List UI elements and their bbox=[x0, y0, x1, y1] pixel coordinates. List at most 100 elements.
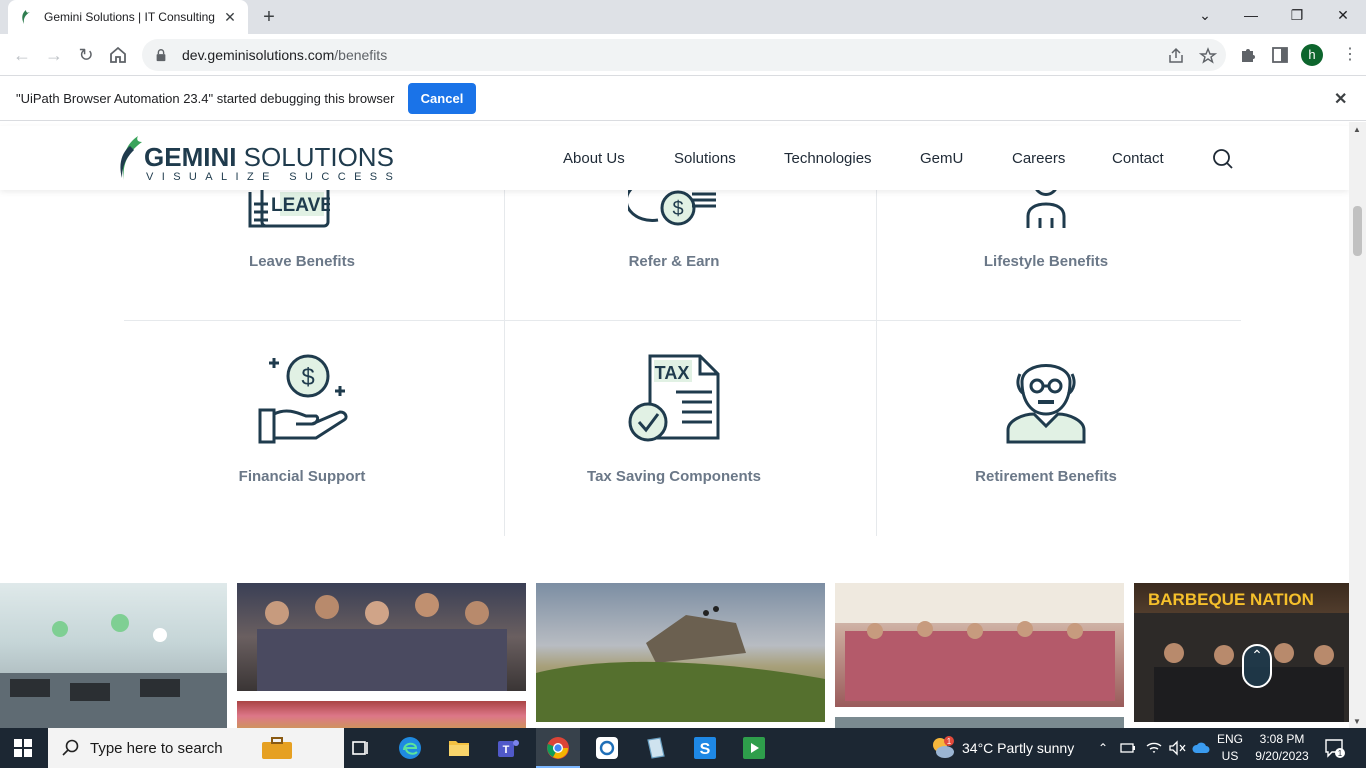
benefit-label: Financial Support bbox=[238, 468, 366, 485]
gallery-photo-group[interactable] bbox=[237, 583, 526, 691]
benefit-leave: Leave Benefits bbox=[124, 253, 480, 271]
cancel-button[interactable]: Cancel bbox=[408, 83, 476, 114]
gallery-photo-street[interactable] bbox=[237, 701, 526, 728]
nav-careers[interactable]: Careers bbox=[1012, 150, 1065, 167]
notepad-icon[interactable] bbox=[644, 736, 668, 760]
uipath-robot-icon[interactable] bbox=[742, 736, 766, 760]
side-panel-icon[interactable] bbox=[1270, 45, 1290, 65]
scroll-down-icon[interactable]: ▼ bbox=[1353, 717, 1361, 726]
uipath-assistant-icon[interactable] bbox=[595, 736, 619, 760]
gemini-favicon-icon bbox=[22, 10, 30, 24]
site-header: GEMINI SOLUTIONS VISUALIZE SUCCESS About… bbox=[0, 126, 1349, 190]
reload-icon[interactable]: ↻ bbox=[74, 43, 98, 67]
gallery-photo-mountain[interactable] bbox=[536, 583, 825, 722]
input-language[interactable]: ENG US bbox=[1214, 731, 1246, 765]
browser-toolbar: ← → ↻ dev.geminisolutions.com/benefits h… bbox=[0, 34, 1366, 76]
benefit-retirement: Retirement Benefits bbox=[876, 468, 1216, 486]
wifi-icon[interactable] bbox=[1145, 740, 1163, 756]
search-icon bbox=[62, 739, 79, 756]
tax-document-icon: TAX bbox=[628, 354, 720, 442]
nav-about-us[interactable]: About Us bbox=[563, 150, 625, 167]
share-icon[interactable] bbox=[1167, 47, 1185, 65]
new-tab-icon[interactable]: + bbox=[258, 6, 280, 28]
nav-technologies[interactable]: Technologies bbox=[784, 150, 872, 167]
profile-avatar[interactable]: h bbox=[1301, 44, 1323, 66]
task-view-icon[interactable] bbox=[348, 736, 372, 760]
notifications-icon[interactable]: 1 bbox=[1324, 737, 1346, 759]
system-clock[interactable]: 3:08 PM 9/20/2023 bbox=[1254, 731, 1310, 765]
nav-solutions[interactable]: Solutions bbox=[674, 150, 736, 167]
grid-divider bbox=[124, 320, 1241, 321]
url-text: dev.geminisolutions.com/benefits bbox=[182, 47, 388, 63]
infobar-close-icon[interactable]: ✕ bbox=[1334, 89, 1347, 109]
scroll-up-icon[interactable]: ▲ bbox=[1353, 125, 1361, 134]
uipath-studio-icon[interactable]: S bbox=[693, 736, 717, 760]
svg-text:T: T bbox=[503, 744, 510, 756]
tab-strip: Gemini Solutions | IT Consulting ✕ + ⌄ —… bbox=[0, 0, 1366, 34]
nav-gemu[interactable]: GemU bbox=[920, 150, 963, 167]
gallery-photo-bottom[interactable] bbox=[835, 717, 1124, 728]
taskbar-search-placeholder: Type here to search bbox=[90, 739, 223, 757]
edge-icon[interactable] bbox=[398, 736, 422, 760]
benefit-label: Leave Benefits bbox=[249, 253, 355, 270]
taskbar-search-box[interactable]: Type here to search bbox=[48, 728, 344, 768]
hand-dollar-icon: $ bbox=[258, 354, 348, 444]
forward-icon[interactable]: → bbox=[42, 43, 66, 67]
battery-icon[interactable] bbox=[1120, 741, 1136, 755]
debugging-infobar: "UiPath Browser Automation 23.4" started… bbox=[0, 77, 1366, 121]
window-close-icon[interactable]: ✕ bbox=[1320, 0, 1366, 30]
leave-icon-text: LEAVE bbox=[271, 195, 330, 216]
onedrive-icon[interactable] bbox=[1192, 741, 1210, 755]
logo-wordmark: GEMINI SOLUTIONS bbox=[144, 142, 394, 172]
page-scrollbar[interactable]: ▲ ▼ bbox=[1349, 122, 1366, 728]
tax-icon-text: TAX bbox=[655, 363, 690, 383]
show-hidden-icons-chevron-icon[interactable]: ⌃ bbox=[1098, 728, 1108, 768]
nav-contact[interactable]: Contact bbox=[1112, 150, 1164, 167]
svg-text:$: $ bbox=[301, 364, 314, 391]
restaurant-sign-text: BARBEQUE NATION bbox=[1148, 590, 1314, 609]
tab-close-icon[interactable]: ✕ bbox=[222, 9, 238, 25]
search-icon[interactable] bbox=[1212, 148, 1234, 170]
briefcase-icon bbox=[262, 737, 292, 759]
svg-text:S: S bbox=[700, 741, 711, 758]
extensions-puzzle-icon[interactable] bbox=[1238, 45, 1258, 65]
home-icon[interactable] bbox=[106, 43, 130, 67]
scrollbar-thumb[interactable] bbox=[1353, 206, 1362, 256]
tab-title: Gemini Solutions | IT Consulting bbox=[44, 10, 215, 24]
benefit-refer: Refer & Earn bbox=[504, 253, 844, 271]
windows-taskbar: Type here to search T S 1 34°C Partly su… bbox=[0, 728, 1366, 768]
gemini-logo[interactable]: GEMINI SOLUTIONS VISUALIZE SUCCESS bbox=[116, 134, 394, 184]
infobar-message: "UiPath Browser Automation 23.4" started… bbox=[16, 91, 395, 106]
address-bar[interactable]: dev.geminisolutions.com/benefits bbox=[142, 39, 1226, 71]
restore-icon[interactable]: ❐ bbox=[1274, 0, 1320, 30]
svg-text:$: $ bbox=[672, 198, 683, 220]
benefit-label: Lifestyle Benefits bbox=[983, 253, 1109, 270]
menu-kebab-icon[interactable]: ⋮ bbox=[1342, 45, 1358, 65]
gallery-photo-festival[interactable] bbox=[835, 583, 1124, 707]
elderly-person-icon bbox=[1006, 364, 1086, 444]
weather-text[interactable]: 34°C Partly sunny bbox=[962, 728, 1074, 768]
volume-muted-icon[interactable] bbox=[1168, 740, 1186, 756]
leaf-logo-icon bbox=[120, 136, 142, 180]
notification-count: 1 bbox=[1338, 749, 1343, 758]
logo-tagline: VISUALIZE SUCCESS bbox=[146, 171, 402, 183]
bookmark-star-icon[interactable] bbox=[1199, 47, 1217, 65]
minimize-icon[interactable]: — bbox=[1228, 0, 1274, 30]
file-explorer-icon[interactable] bbox=[447, 736, 471, 760]
lock-icon bbox=[156, 49, 166, 62]
chrome-icon[interactable] bbox=[546, 736, 570, 760]
weather-icon[interactable]: 1 bbox=[930, 735, 956, 761]
page-viewport: GEMINI SOLUTIONS VISUALIZE SUCCESS About… bbox=[0, 122, 1349, 728]
windows-start-icon[interactable] bbox=[14, 739, 32, 757]
back-icon[interactable]: ← bbox=[10, 43, 34, 67]
benefit-financial: Financial Support bbox=[124, 468, 480, 486]
teams-icon[interactable]: T bbox=[497, 736, 521, 760]
gallery-photo-restaurant[interactable]: BARBEQUE NATION bbox=[1134, 583, 1349, 722]
benefit-label: Tax Saving Components bbox=[587, 468, 761, 485]
browser-tab[interactable]: Gemini Solutions | IT Consulting ✕ bbox=[8, 0, 248, 34]
gallery-photo-office[interactable] bbox=[0, 583, 227, 728]
scroll-to-top-button[interactable]: ⌃ bbox=[1242, 644, 1272, 688]
tab-search-chevron-icon[interactable]: ⌄ bbox=[1182, 0, 1228, 30]
benefit-tax: Tax Saving Components bbox=[504, 468, 844, 486]
benefit-lifestyle: Lifestyle Benefits bbox=[876, 253, 1216, 271]
